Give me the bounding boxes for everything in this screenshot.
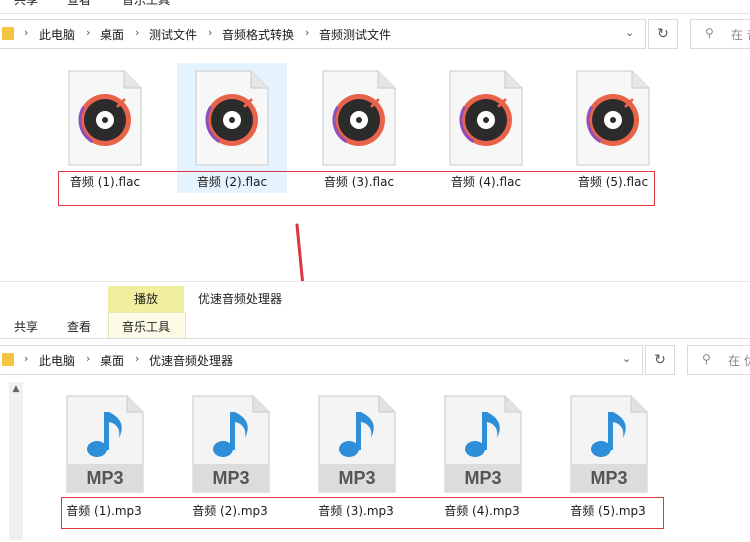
music-disc-icon xyxy=(322,70,396,166)
tab-music-tools[interactable]: 音乐工具 xyxy=(122,0,170,8)
chevron-right-icon[interactable]: › xyxy=(135,352,139,365)
music-note-icon: MP3 xyxy=(192,395,270,493)
tab-view[interactable]: 查看 xyxy=(67,318,91,335)
breadcrumb-desktop[interactable]: 桌面 xyxy=(100,26,124,43)
breadcrumb-desktop[interactable]: 桌面 xyxy=(100,352,124,369)
ribbon-divider xyxy=(0,338,750,339)
refresh-icon: ↻ xyxy=(654,352,666,368)
search-icon: ⚲ xyxy=(705,26,714,40)
svg-text:MP3: MP3 xyxy=(590,468,627,488)
breadcrumb-audio-convert[interactable]: 音频格式转换 xyxy=(222,26,294,43)
tab-share[interactable]: 共享 xyxy=(14,0,38,8)
breadcrumb-processor[interactable]: 优速音频处理器 xyxy=(149,352,233,369)
search-box[interactable]: ⚲ 在 优 xyxy=(687,345,750,375)
svg-text:MP3: MP3 xyxy=(212,468,249,488)
music-disc-icon xyxy=(576,70,650,166)
window-title: 优速音频处理器 xyxy=(198,292,283,306)
chevron-right-icon[interactable]: › xyxy=(24,26,28,39)
svg-text:MP3: MP3 xyxy=(86,468,123,488)
svg-text:MP3: MP3 xyxy=(338,468,375,488)
annotation-box-flac xyxy=(58,171,655,206)
folder-icon xyxy=(2,27,14,40)
music-note-icon: MP3 xyxy=(318,395,396,493)
music-note-icon: MP3 xyxy=(570,395,648,493)
search-icon: ⚲ xyxy=(702,352,711,366)
music-note-icon: MP3 xyxy=(66,395,144,493)
chevron-right-icon[interactable]: › xyxy=(86,352,90,365)
chevron-right-icon[interactable]: › xyxy=(86,26,90,39)
annotation-box-mp3 xyxy=(61,497,664,529)
chevron-right-icon[interactable]: › xyxy=(24,352,28,365)
top-ribbon: 共享 查看 音乐工具 xyxy=(0,0,750,14)
music-disc-icon xyxy=(195,70,269,166)
scrollbar-track[interactable] xyxy=(9,382,23,540)
music-note-icon: MP3 xyxy=(444,395,522,493)
tab-view[interactable]: 查看 xyxy=(67,0,91,8)
tab-share[interactable]: 共享 xyxy=(14,318,38,335)
search-placeholder: 在 优 xyxy=(728,354,750,368)
chevron-right-icon[interactable]: › xyxy=(305,26,309,39)
chevron-right-icon[interactable]: › xyxy=(135,26,139,39)
folder-icon xyxy=(2,353,14,366)
tab-music-tools[interactable]: 音乐工具 xyxy=(122,318,170,335)
chevron-down-icon[interactable]: ⌄ xyxy=(625,26,634,39)
chevron-down-icon[interactable]: ⌄ xyxy=(622,352,631,365)
breadcrumb-test-files[interactable]: 测试文件 xyxy=(149,26,197,43)
address-bar[interactable]: › 此电脑 › 桌面 › 测试文件 › 音频格式转换 › 音频测试文件 ⌄ xyxy=(0,19,646,49)
search-placeholder: 在 音 xyxy=(731,28,750,42)
refresh-icon: ↻ xyxy=(657,26,669,42)
address-bar[interactable]: › 此电脑 › 桌面 › 优速音频处理器 ⌄ xyxy=(0,345,643,375)
music-disc-icon xyxy=(449,70,523,166)
breadcrumb-this-pc[interactable]: 此电脑 xyxy=(39,352,75,369)
breadcrumb-audio-test-files[interactable]: 音频测试文件 xyxy=(319,26,391,43)
svg-text:MP3: MP3 xyxy=(464,468,501,488)
refresh-button[interactable]: ↻ xyxy=(645,345,675,375)
breadcrumb-this-pc[interactable]: 此电脑 xyxy=(39,26,75,43)
chevron-right-icon[interactable]: › xyxy=(208,26,212,39)
scroll-up-icon[interactable]: ▲ xyxy=(9,382,23,396)
music-disc-icon xyxy=(68,70,142,166)
refresh-button[interactable]: ↻ xyxy=(648,19,678,49)
context-tab-play[interactable]: 播放 xyxy=(108,286,184,312)
search-box[interactable]: ⚲ 在 音 xyxy=(690,19,750,49)
